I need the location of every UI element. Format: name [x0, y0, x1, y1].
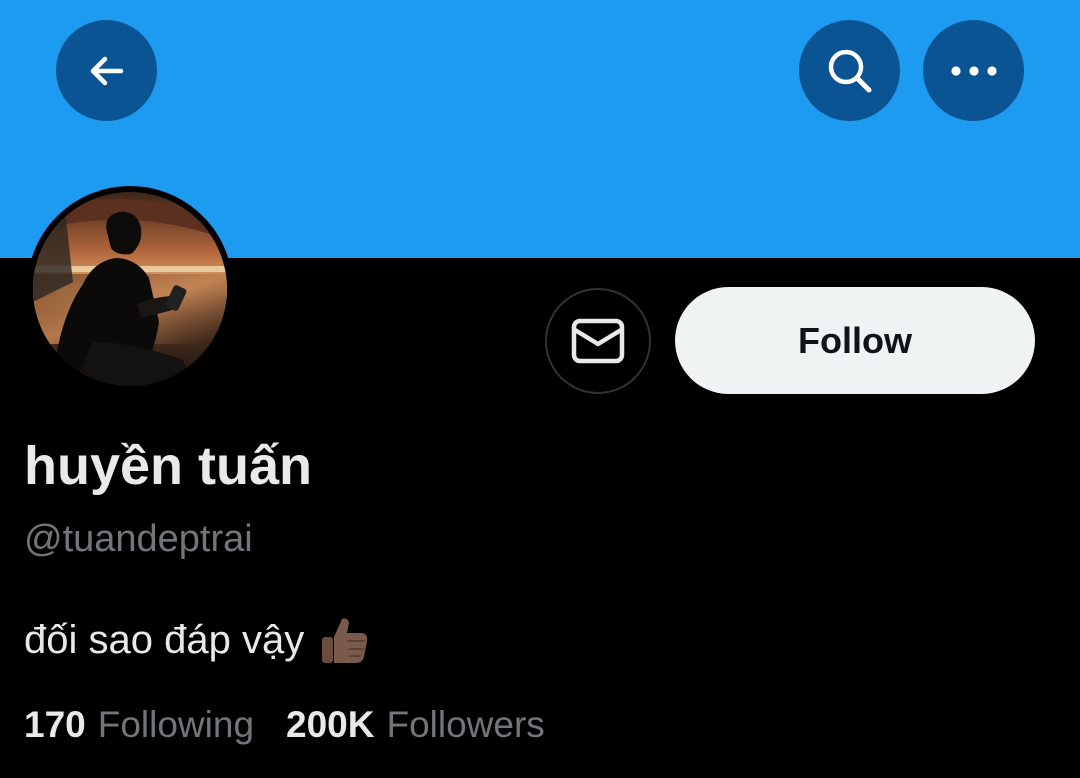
username-handle: @tuandeptrai	[24, 518, 253, 560]
bio-text: đối sao đáp vậy	[24, 618, 305, 662]
arrow-left-icon	[90, 56, 123, 85]
bio: đối sao đáp vậy	[24, 612, 372, 668]
follow-button[interactable]: Follow	[675, 287, 1035, 394]
followers-label: Followers	[386, 704, 545, 745]
back-button[interactable]	[56, 20, 157, 121]
mail-icon	[571, 318, 625, 364]
followers-count: 200K	[286, 704, 375, 745]
following-count: 170	[24, 704, 86, 745]
avatar[interactable]	[27, 186, 233, 392]
more-horizontal-icon	[950, 65, 997, 76]
message-button[interactable]	[545, 288, 651, 394]
search-button[interactable]	[799, 20, 900, 121]
thumbs-up-icon	[322, 618, 368, 663]
profile-stats: 170 Following 200K Followers	[24, 699, 545, 751]
more-options-button[interactable]	[923, 20, 1024, 121]
following-stat[interactable]: 170 Following	[24, 699, 254, 751]
search-icon	[828, 49, 871, 92]
profile-screen: Follow huyền tuấn @tuandeptrai đối sao đ…	[0, 0, 1080, 778]
avatar-photo	[33, 192, 227, 386]
following-label: Following	[97, 704, 255, 745]
followers-stat[interactable]: 200K Followers	[286, 699, 545, 751]
display-name: huyền tuấn	[24, 436, 313, 496]
